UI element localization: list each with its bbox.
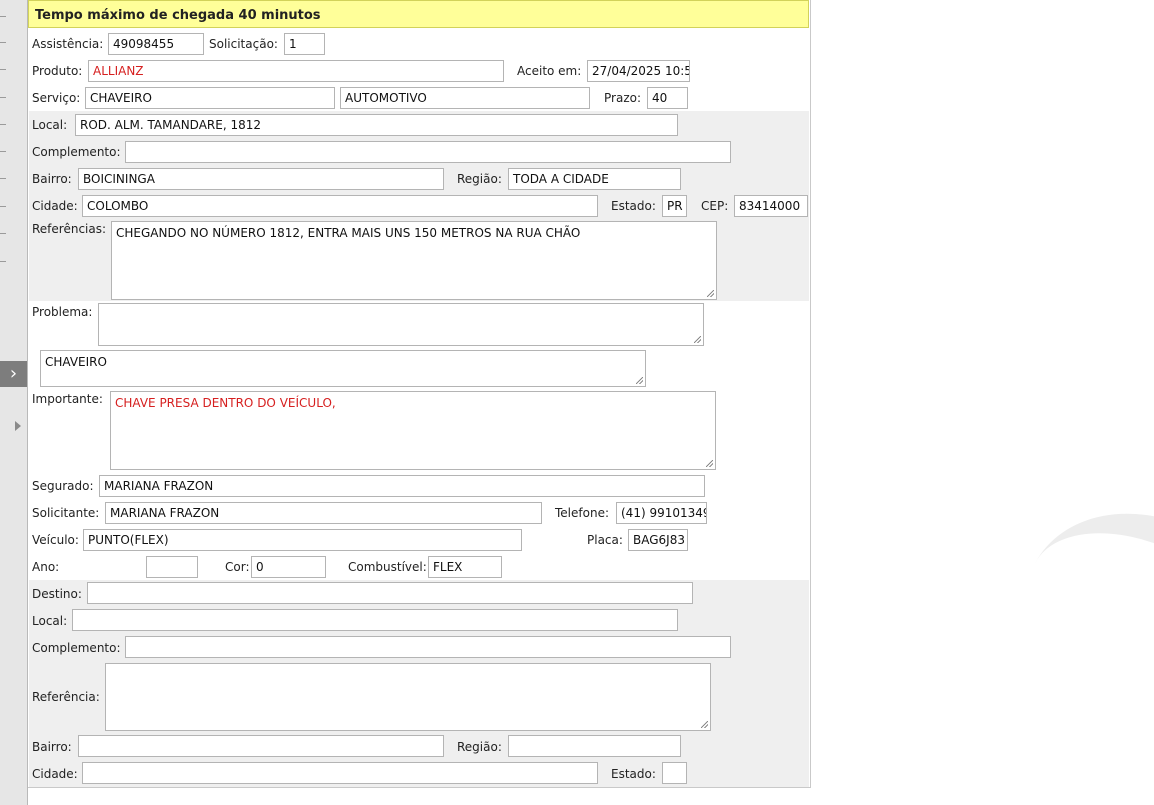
assistencia-field[interactable]: 49098455 [108, 33, 204, 55]
dest-cidade-label: Cidade: [32, 767, 78, 781]
importante-label: Importante: [32, 392, 103, 406]
sidebar-tick [0, 69, 6, 70]
cidade-label: Cidade: [32, 199, 78, 213]
complemento-label: Complemento: [32, 145, 121, 159]
sidebar-tick [0, 97, 6, 98]
local-label: Local: [32, 118, 68, 132]
assistencia-label: Assistência: [32, 37, 104, 51]
ano-field[interactable] [146, 556, 198, 578]
solicitante-label: Solicitante: [32, 506, 100, 520]
combustivel-field[interactable]: FLEX [428, 556, 502, 578]
chevron-right-icon: › [9, 363, 18, 384]
aceito-em-label: Aceito em: [517, 64, 582, 78]
veiculo-field[interactable]: PUNTO(FLEX) [83, 529, 522, 551]
sidebar-tick [0, 124, 6, 125]
dest-cidade-field[interactable] [82, 762, 598, 784]
prazo-label: Prazo: [604, 91, 641, 105]
segurado-label: Segurado: [32, 479, 94, 493]
dest-bairro-label: Bairro: [32, 740, 72, 754]
problema-label: Problema: [32, 305, 93, 319]
dest-local-label: Local: [32, 614, 68, 628]
produto-label: Produto: [32, 64, 83, 78]
sidebar-tick [0, 206, 6, 207]
dest-referencia-label: Referência: [32, 690, 100, 704]
dest-estado-field[interactable] [662, 762, 687, 784]
referencias-textarea[interactable]: CHEGANDO NO NÚMERO 1812, ENTRA MAIS UNS … [111, 221, 717, 300]
problema-textarea[interactable] [98, 303, 704, 346]
bairro-label: Bairro: [32, 172, 72, 186]
servico-label: Serviço: [32, 91, 81, 105]
aceito-em-field[interactable]: 27/04/2025 10:57 [587, 60, 690, 82]
estado-label: Estado: [611, 199, 656, 213]
solicitacao-field[interactable]: 1 [284, 33, 325, 55]
segurado-field[interactable]: MARIANA FRAZON [99, 475, 705, 497]
arrival-time-header: Tempo máximo de chegada 40 minutos [28, 0, 809, 28]
cor-label: Cor: [225, 560, 250, 574]
dest-regiao-field[interactable] [508, 735, 681, 757]
cor-field[interactable]: 0 [251, 556, 326, 578]
dest-regiao-label: Região: [457, 740, 502, 754]
telefone-field[interactable]: (41) 991013491 [616, 502, 707, 524]
destino-field[interactable] [87, 582, 693, 604]
dest-local-field[interactable] [72, 609, 678, 631]
sidebar-tick [0, 42, 6, 43]
placa-label: Placa: [587, 533, 623, 547]
cep-label: CEP: [701, 199, 729, 213]
left-sidebar [0, 0, 28, 805]
placa-field[interactable]: BAG6J83 [628, 529, 688, 551]
local-field[interactable]: ROD. ALM. TAMANDARE, 1812 [75, 114, 678, 136]
servico-tipo-field[interactable]: AUTOMOTIVO [340, 87, 590, 109]
bairro-field[interactable]: BOICININGA [78, 168, 444, 190]
problema-detalhe-textarea[interactable]: CHAVEIRO [40, 350, 646, 387]
sidebar-expand-button[interactable]: › [0, 361, 27, 387]
telefone-label: Telefone: [555, 506, 609, 520]
combustivel-label: Combustível: [348, 560, 427, 574]
regiao-label: Região: [457, 172, 502, 186]
sidebar-tick [0, 16, 6, 17]
solicitante-field[interactable]: MARIANA FRAZON [105, 502, 542, 524]
destino-label: Destino: [32, 587, 82, 601]
estado-field[interactable]: PR [662, 195, 687, 217]
dest-bairro-field[interactable] [78, 735, 444, 757]
cidade-field[interactable]: COLOMBO [82, 195, 598, 217]
regiao-field[interactable]: TODA A CIDADE [508, 168, 681, 190]
sidebar-tick [0, 178, 6, 179]
dest-estado-label: Estado: [611, 767, 656, 781]
importante-textarea[interactable]: CHAVE PRESA DENTRO DO VEÍCULO, [110, 391, 716, 470]
produto-field[interactable]: ALLIANZ [88, 60, 504, 82]
referencias-label: Referências: [32, 222, 107, 236]
sidebar-tick [0, 233, 6, 234]
background-swoosh [986, 471, 1154, 777]
sidebar-tick [0, 151, 6, 152]
sidebar-tick [0, 261, 6, 262]
dest-referencia-textarea[interactable] [105, 663, 711, 731]
dest-complemento-label: Complemento: [32, 641, 121, 655]
veiculo-label: Veículo: [32, 533, 79, 547]
complemento-field[interactable] [125, 141, 731, 163]
cep-field[interactable]: 83414000 [734, 195, 808, 217]
triangle-right-icon[interactable] [15, 421, 21, 431]
servico-field[interactable]: CHAVEIRO [85, 87, 335, 109]
prazo-field[interactable]: 40 [647, 87, 688, 109]
ano-label: Ano: [32, 560, 60, 574]
dest-complemento-field[interactable] [125, 636, 731, 658]
solicitacao-label: Solicitação: [209, 37, 278, 51]
